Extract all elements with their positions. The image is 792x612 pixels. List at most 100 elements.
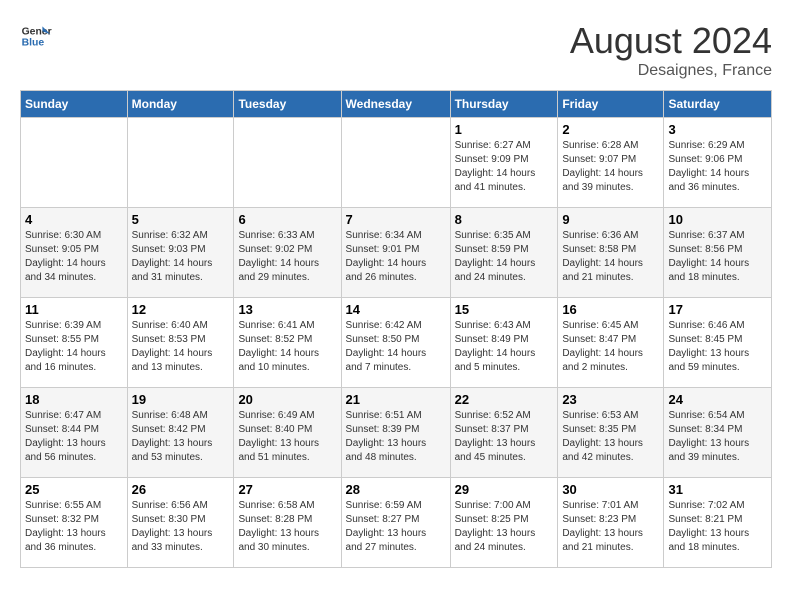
calendar-body: 1Sunrise: 6:27 AM Sunset: 9:09 PM Daylig…: [21, 118, 772, 568]
calendar-cell: [21, 118, 128, 208]
day-info: Sunrise: 6:55 AM Sunset: 8:32 PM Dayligh…: [25, 499, 123, 555]
day-info: Sunrise: 7:01 AM Sunset: 8:23 PM Dayligh…: [562, 499, 659, 555]
logo-icon: General Blue: [20, 20, 52, 52]
calendar-cell: 18 Sunrise: 6:47 AM Sunset: 8:44 PM Dayli…: [21, 388, 128, 478]
weekday-header-saturday: Saturday: [664, 91, 772, 118]
calendar-cell: 21 Sunrise: 6:51 AM Sunset: 8:39 PM Dayli…: [341, 388, 450, 478]
day-info: Sunrise: 7:00 AM Sunset: 8:25 PM Dayligh…: [455, 499, 554, 555]
day-info: Sunrise: 6:59 AM Sunset: 8:27 PM Dayligh…: [346, 499, 446, 555]
calendar-week-2: 4Sunrise: 6:30 AM Sunset: 9:05 PM Daylig…: [21, 208, 772, 298]
day-number: 3: [668, 122, 767, 137]
day-info: Sunrise: 6:49 AM Sunset: 8:40 PM Dayligh…: [238, 409, 336, 465]
day-number: 16: [562, 302, 659, 317]
day-info: Sunrise: 6:47 AM Sunset: 8:44 PM Dayligh…: [25, 409, 123, 465]
day-info: Sunrise: 6:56 AM Sunset: 8:30 PM Dayligh…: [132, 499, 230, 555]
calendar-week-5: 25Sunrise: 6:55 AM Sunset: 8:32 PM Dayli…: [21, 478, 772, 568]
day-number: 23: [562, 392, 659, 407]
day-number: 11: [25, 302, 123, 317]
calendar-cell: 13Sunrise: 6:41 AM Sunset: 8:52 PM Dayli…: [234, 298, 341, 388]
day-number: 29: [455, 482, 554, 497]
calendar-cell: 2 Sunrise: 6:28 AM Sunset: 9:07 PM Daylig…: [558, 118, 664, 208]
calendar-cell: 11 Sunrise: 6:39 AM Sunset: 8:55 PM Dayli…: [21, 298, 128, 388]
day-number: 8: [455, 212, 554, 227]
logo: General Blue: [20, 20, 52, 52]
day-info: Sunrise: 6:29 AM Sunset: 9:06 PM Dayligh…: [668, 139, 767, 195]
calendar-cell: 16Sunrise: 6:45 AM Sunset: 8:47 PM Dayli…: [558, 298, 664, 388]
day-number: 6: [238, 212, 336, 227]
calendar-cell: 25Sunrise: 6:55 AM Sunset: 8:32 PM Dayli…: [21, 478, 128, 568]
calendar-cell: 15Sunrise: 6:43 AM Sunset: 8:49 PM Dayli…: [450, 298, 558, 388]
day-info: Sunrise: 6:33 AM Sunset: 9:02 PM Dayligh…: [238, 229, 336, 285]
calendar-cell: 7 Sunrise: 6:34 AM Sunset: 9:01 PM Daylig…: [341, 208, 450, 298]
day-number: 30: [562, 482, 659, 497]
calendar-cell: 26 Sunrise: 6:56 AM Sunset: 8:30 PM Dayli…: [127, 478, 234, 568]
day-number: 2: [562, 122, 659, 137]
day-info: Sunrise: 7:02 AM Sunset: 8:21 PM Dayligh…: [668, 499, 767, 555]
calendar-week-1: 1Sunrise: 6:27 AM Sunset: 9:09 PM Daylig…: [21, 118, 772, 208]
day-number: 1: [455, 122, 554, 137]
day-info: Sunrise: 6:37 AM Sunset: 8:56 PM Dayligh…: [668, 229, 767, 285]
location-subtitle: Desaignes, France: [570, 62, 772, 80]
weekday-header-wednesday: Wednesday: [341, 91, 450, 118]
calendar-cell: 12Sunrise: 6:40 AM Sunset: 8:53 PM Dayli…: [127, 298, 234, 388]
weekday-header-friday: Friday: [558, 91, 664, 118]
calendar-cell: 24Sunrise: 6:54 AM Sunset: 8:34 PM Dayli…: [664, 388, 772, 478]
weekday-header-tuesday: Tuesday: [234, 91, 341, 118]
day-info: Sunrise: 6:41 AM Sunset: 8:52 PM Dayligh…: [238, 319, 336, 375]
day-info: Sunrise: 6:39 AM Sunset: 8:55 PM Dayligh…: [25, 319, 123, 375]
calendar-cell: 27 Sunrise: 6:58 AM Sunset: 8:28 PM Dayli…: [234, 478, 341, 568]
calendar-cell: 5 Sunrise: 6:32 AM Sunset: 9:03 PM Daylig…: [127, 208, 234, 298]
calendar-cell: 3 Sunrise: 6:29 AM Sunset: 9:06 PM Daylig…: [664, 118, 772, 208]
calendar-cell: 19Sunrise: 6:48 AM Sunset: 8:42 PM Dayli…: [127, 388, 234, 478]
calendar-week-4: 18 Sunrise: 6:47 AM Sunset: 8:44 PM Dayli…: [21, 388, 772, 478]
svg-text:Blue: Blue: [22, 38, 45, 49]
calendar-cell: 20Sunrise: 6:49 AM Sunset: 8:40 PM Dayli…: [234, 388, 341, 478]
calendar-cell: [341, 118, 450, 208]
day-info: Sunrise: 6:42 AM Sunset: 8:50 PM Dayligh…: [346, 319, 446, 375]
day-number: 10: [668, 212, 767, 227]
calendar-table: SundayMondayTuesdayWednesdayThursdayFrid…: [20, 90, 772, 568]
calendar-cell: 14 Sunrise: 6:42 AM Sunset: 8:50 PM Dayli…: [341, 298, 450, 388]
day-info: Sunrise: 6:52 AM Sunset: 8:37 PM Dayligh…: [455, 409, 554, 465]
calendar-cell: [127, 118, 234, 208]
day-number: 26: [132, 482, 230, 497]
day-number: 19: [132, 392, 230, 407]
day-number: 5: [132, 212, 230, 227]
day-number: 18: [25, 392, 123, 407]
day-info: Sunrise: 6:35 AM Sunset: 8:59 PM Dayligh…: [455, 229, 554, 285]
calendar-cell: 1Sunrise: 6:27 AM Sunset: 9:09 PM Daylig…: [450, 118, 558, 208]
calendar-cell: 8 Sunrise: 6:35 AM Sunset: 8:59 PM Daylig…: [450, 208, 558, 298]
day-info: Sunrise: 6:53 AM Sunset: 8:35 PM Dayligh…: [562, 409, 659, 465]
calendar-cell: 17Sunrise: 6:46 AM Sunset: 8:45 PM Dayli…: [664, 298, 772, 388]
calendar-cell: 4Sunrise: 6:30 AM Sunset: 9:05 PM Daylig…: [21, 208, 128, 298]
calendar-header-row: SundayMondayTuesdayWednesdayThursdayFrid…: [21, 91, 772, 118]
weekday-header-thursday: Thursday: [450, 91, 558, 118]
day-number: 9: [562, 212, 659, 227]
day-info: Sunrise: 6:58 AM Sunset: 8:28 PM Dayligh…: [238, 499, 336, 555]
day-info: Sunrise: 6:28 AM Sunset: 9:07 PM Dayligh…: [562, 139, 659, 195]
day-info: Sunrise: 6:32 AM Sunset: 9:03 PM Dayligh…: [132, 229, 230, 285]
calendar-cell: [234, 118, 341, 208]
day-number: 22: [455, 392, 554, 407]
title-block: August 2024 Desaignes, France: [570, 20, 772, 80]
calendar-cell: 31Sunrise: 7:02 AM Sunset: 8:21 PM Dayli…: [664, 478, 772, 568]
day-number: 15: [455, 302, 554, 317]
day-info: Sunrise: 6:46 AM Sunset: 8:45 PM Dayligh…: [668, 319, 767, 375]
day-number: 27: [238, 482, 336, 497]
day-info: Sunrise: 6:51 AM Sunset: 8:39 PM Dayligh…: [346, 409, 446, 465]
calendar-week-3: 11 Sunrise: 6:39 AM Sunset: 8:55 PM Dayli…: [21, 298, 772, 388]
day-number: 21: [346, 392, 446, 407]
day-number: 4: [25, 212, 123, 227]
day-info: Sunrise: 6:36 AM Sunset: 8:58 PM Dayligh…: [562, 229, 659, 285]
weekday-header-monday: Monday: [127, 91, 234, 118]
page-header: General Blue August 2024 Desaignes, Fran…: [20, 20, 772, 80]
day-number: 7: [346, 212, 446, 227]
month-title: August 2024: [570, 20, 772, 62]
calendar-cell: 6 Sunrise: 6:33 AM Sunset: 9:02 PM Daylig…: [234, 208, 341, 298]
day-info: Sunrise: 6:34 AM Sunset: 9:01 PM Dayligh…: [346, 229, 446, 285]
calendar-cell: 28 Sunrise: 6:59 AM Sunset: 8:27 PM Dayli…: [341, 478, 450, 568]
day-number: 28: [346, 482, 446, 497]
day-number: 14: [346, 302, 446, 317]
calendar-cell: 9 Sunrise: 6:36 AM Sunset: 8:58 PM Daylig…: [558, 208, 664, 298]
day-info: Sunrise: 6:54 AM Sunset: 8:34 PM Dayligh…: [668, 409, 767, 465]
